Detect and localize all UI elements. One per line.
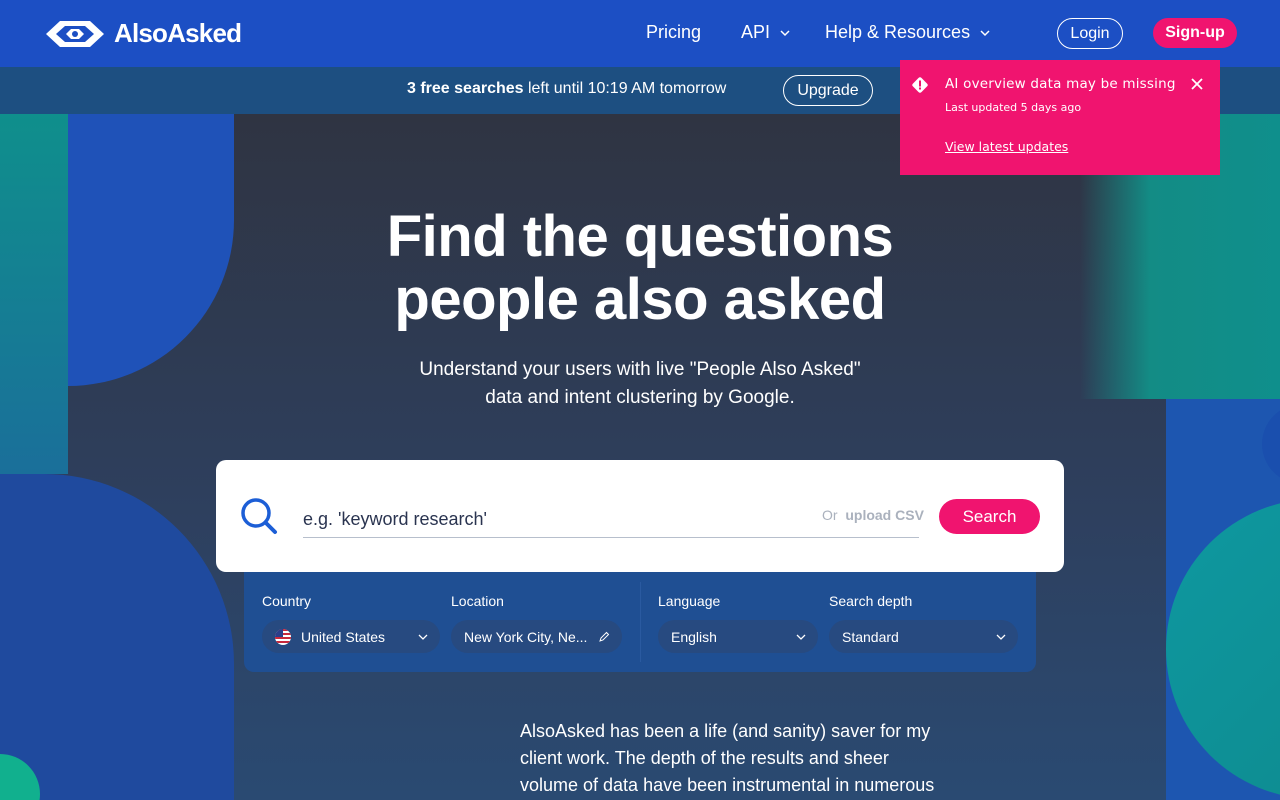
search-icon	[241, 498, 277, 534]
search-depth-value: Standard	[842, 628, 899, 645]
language-label: Language	[658, 593, 721, 609]
nav-pricing-label: Pricing	[646, 22, 702, 42]
testimonial-line-1: AlsoAsked has been a life (and sanity) s…	[520, 721, 931, 741]
close-icon[interactable]	[1190, 77, 1204, 91]
chevron-down-icon	[796, 634, 806, 640]
country-select[interactable]: United States	[262, 620, 440, 653]
search-card: Or upload CSV Search	[216, 460, 1064, 572]
chevron-down-icon	[996, 634, 1006, 640]
search-depth-label: Search depth	[829, 593, 913, 609]
toast-subtitle: Last updated 5 days ago	[945, 101, 1082, 114]
search-options-panel: Country United States Location New York …	[244, 572, 1036, 672]
page-title: Find the questions people also asked	[0, 205, 1280, 331]
banner-count: 3 free searches	[407, 80, 524, 97]
country-value: United States	[301, 628, 386, 645]
nav-pricing[interactable]: Pricing	[646, 22, 701, 43]
pencil-icon	[599, 631, 610, 642]
title-line-2: people also asked	[394, 267, 886, 332]
chevron-down-icon	[780, 29, 790, 36]
testimonial-line-3: volume of data have been instrumental in…	[520, 775, 935, 795]
location-value: New York City, Ne...	[464, 628, 588, 645]
upgrade-button[interactable]: Upgrade	[783, 75, 873, 106]
location-select[interactable]: New York City, Ne...	[451, 620, 622, 653]
banner-rest: left until 10:19 AM tomorrow	[523, 80, 727, 97]
nav-api-label: API	[741, 22, 771, 42]
nav-help-resources[interactable]: Help & Resources	[825, 22, 990, 43]
language-value: English	[671, 628, 717, 645]
upload-csv-link[interactable]: upload CSV	[845, 507, 924, 523]
title-line-1: Find the questions	[386, 204, 894, 269]
us-flag-icon	[275, 628, 291, 645]
search-depth-select[interactable]: Standard	[829, 620, 1018, 653]
chevron-down-icon	[418, 634, 428, 640]
page-subtitle: Understand your users with live "People …	[0, 356, 1280, 412]
nav-help-label: Help & Resources	[825, 22, 971, 42]
search-button[interactable]: Search	[939, 499, 1040, 534]
options-divider	[640, 582, 641, 662]
upload-or-text: Or	[822, 507, 838, 523]
login-button[interactable]: Login	[1057, 18, 1123, 49]
upload-csv: Or upload CSV	[822, 507, 924, 523]
logo-eye-icon	[46, 20, 104, 47]
decor-left-blue-lower	[0, 474, 234, 800]
testimonial-line-2: client work. The depth of the results an…	[520, 748, 889, 768]
signup-button[interactable]: Sign-up	[1153, 18, 1237, 48]
warning-icon	[912, 77, 928, 93]
subtitle-line-2: data and intent clustering by Google.	[485, 387, 795, 408]
subtitle-line-1: Understand your users with live "People …	[419, 359, 861, 380]
location-label: Location	[451, 593, 504, 609]
top-navigation: AlsoAsked Pricing API Help & Resources L…	[0, 0, 1280, 67]
nav-api[interactable]: API	[741, 22, 790, 43]
language-select[interactable]: English	[658, 620, 818, 653]
testimonial-quote: AlsoAsked has been a life (and sanity) s…	[520, 718, 950, 799]
toast-title: AI overview data may be missing	[945, 76, 1176, 92]
brand-name: AlsoAsked	[114, 18, 242, 48]
chevron-down-icon	[980, 29, 990, 36]
ai-overview-toast: AI overview data may be missing Last upd…	[900, 60, 1220, 175]
view-latest-updates-link[interactable]: View latest updates	[945, 139, 1068, 154]
country-label: Country	[262, 593, 312, 609]
banner-text: 3 free searches left until 10:19 AM tomo…	[407, 80, 726, 98]
brand-logo[interactable]: AlsoAsked	[44, 18, 242, 49]
